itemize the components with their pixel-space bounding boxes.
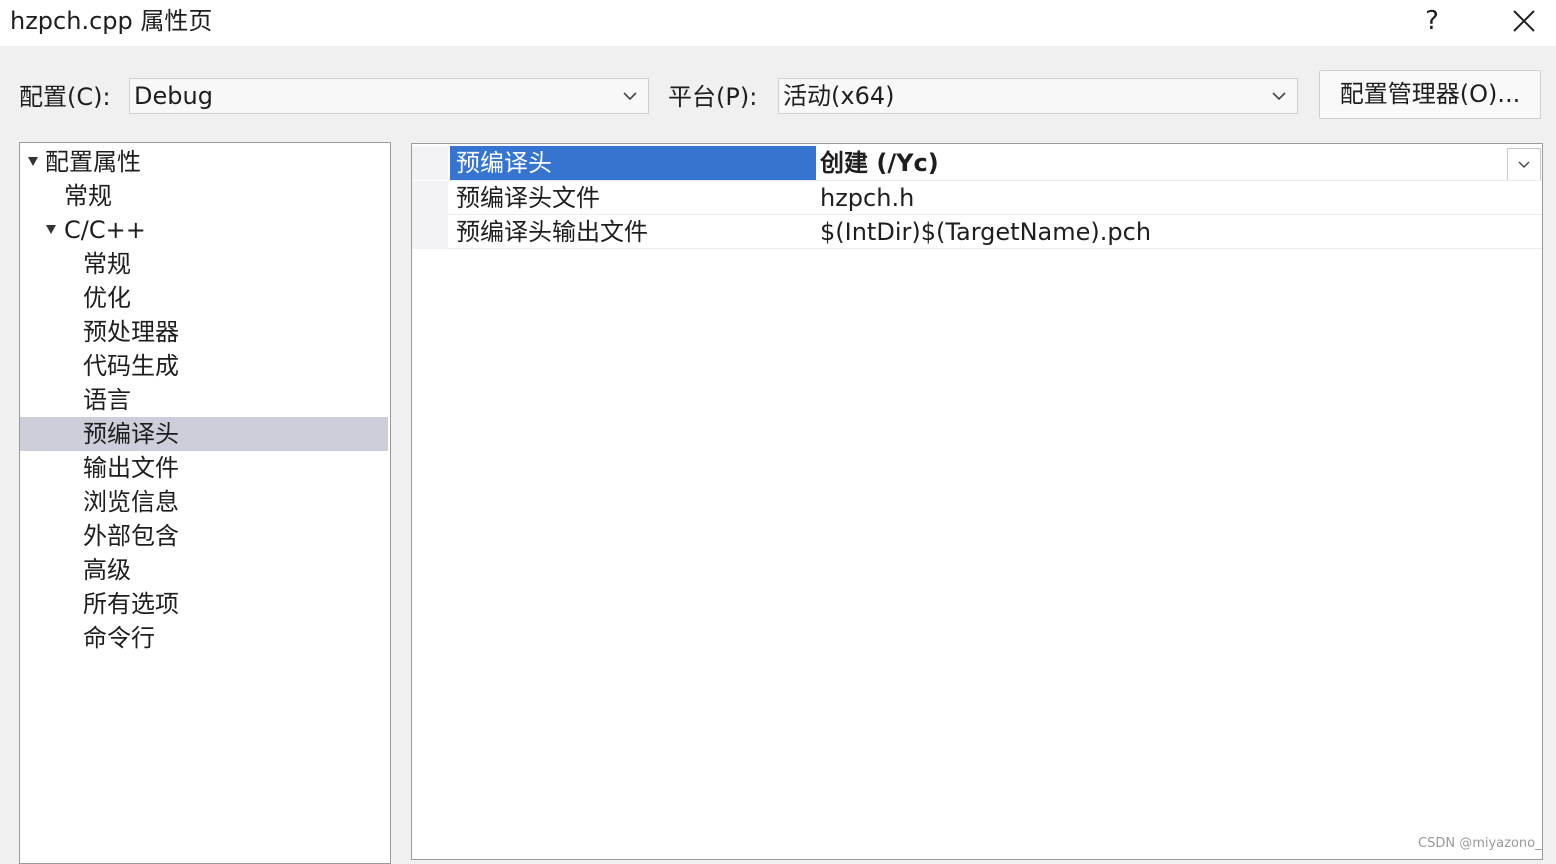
help-button[interactable]: ? bbox=[1412, 3, 1452, 39]
property-grid[interactable]: 预编译头 创建 (/Yc) 预编译头文件 hzpch.h 预编译头输出文件 $(… bbox=[411, 143, 1543, 860]
tree-item-all-options[interactable]: 所有选项 bbox=[20, 587, 388, 621]
title-bar: hzpch.cpp 属性页 ? bbox=[0, 0, 1556, 46]
property-dropdown-button[interactable] bbox=[1507, 148, 1541, 181]
tree-item-label: 浏览信息 bbox=[83, 488, 179, 516]
property-value[interactable]: hzpch.h bbox=[818, 181, 1542, 215]
tree-item-label: 高级 bbox=[83, 556, 131, 584]
tree-item-command-line[interactable]: 命令行 bbox=[20, 621, 388, 655]
property-tree[interactable]: 配置属性 常规 C/C++ 常规 优化 预处理器 代码生成 语言 预编译头 输出… bbox=[19, 142, 391, 864]
platform-label: 平台(P): bbox=[668, 83, 758, 111]
tree-item-language[interactable]: 语言 bbox=[20, 383, 388, 417]
tree-item-label: 预编译头 bbox=[83, 420, 179, 448]
tree-item-label: 代码生成 bbox=[83, 352, 179, 380]
tree-item-cpp[interactable]: C/C++ bbox=[20, 213, 388, 247]
window-title: hzpch.cpp 属性页 bbox=[10, 7, 213, 35]
tree-item-label: 配置属性 bbox=[45, 148, 141, 176]
property-value[interactable]: 创建 (/Yc) bbox=[818, 146, 1542, 180]
tree-item-advanced[interactable]: 高级 bbox=[20, 553, 388, 587]
property-row-precompiled-header-output-file[interactable]: 预编译头输出文件 $(IntDir)$(TargetName).pch bbox=[412, 215, 1542, 249]
config-manager-button[interactable]: 配置管理器(O)... bbox=[1319, 70, 1541, 119]
property-name[interactable]: 预编译头文件 bbox=[450, 181, 816, 215]
tree-item-label: 常规 bbox=[64, 182, 112, 210]
property-row-precompiled-header[interactable]: 预编译头 创建 (/Yc) bbox=[412, 146, 1542, 181]
chevron-down-icon bbox=[1272, 92, 1286, 101]
tree-item-precompiled-headers[interactable]: 预编译头 bbox=[20, 417, 388, 451]
tree-item-config-properties[interactable]: 配置属性 bbox=[20, 145, 388, 179]
expand-triangle-icon[interactable] bbox=[28, 157, 38, 166]
close-button[interactable] bbox=[1500, 2, 1548, 40]
tree-item-preprocessor[interactable]: 预处理器 bbox=[20, 315, 388, 349]
tree-item-label: 外部包含 bbox=[83, 522, 179, 550]
property-name[interactable]: 预编译头输出文件 bbox=[450, 215, 816, 249]
config-select[interactable]: Debug bbox=[129, 78, 649, 114]
tree-item-general[interactable]: 常规 bbox=[20, 179, 388, 213]
tree-item-label: 所有选项 bbox=[83, 590, 179, 618]
tree-item-browse-information[interactable]: 浏览信息 bbox=[20, 485, 388, 519]
close-icon bbox=[1513, 10, 1535, 32]
row-gutter bbox=[412, 146, 448, 180]
platform-select-value: 活动(x64) bbox=[783, 82, 895, 110]
tree-item-label: 输出文件 bbox=[83, 454, 179, 482]
tree-item-label: 常规 bbox=[83, 250, 131, 278]
tree-item-label: 命令行 bbox=[83, 624, 155, 652]
tree-item-code-generation[interactable]: 代码生成 bbox=[20, 349, 388, 383]
property-name[interactable]: 预编译头 bbox=[450, 146, 816, 180]
row-divider bbox=[448, 248, 1542, 249]
property-row-precompiled-header-file[interactable]: 预编译头文件 hzpch.h bbox=[412, 181, 1542, 215]
tree-item-output-files[interactable]: 输出文件 bbox=[20, 451, 388, 485]
tree-item-label: 语言 bbox=[83, 386, 131, 414]
tree-item-label: C/C++ bbox=[64, 216, 146, 244]
property-value[interactable]: $(IntDir)$(TargetName).pch bbox=[818, 215, 1542, 249]
tree-item-cpp-general[interactable]: 常规 bbox=[20, 247, 388, 281]
tree-item-label: 预处理器 bbox=[83, 318, 179, 346]
config-select-value: Debug bbox=[134, 82, 213, 110]
config-label: 配置(C): bbox=[19, 83, 111, 111]
chevron-down-icon bbox=[1518, 161, 1530, 168]
row-gutter bbox=[412, 215, 448, 249]
watermark: CSDN @miyazono_ bbox=[1418, 836, 1542, 851]
chevron-down-icon bbox=[623, 92, 637, 101]
tree-item-optimization[interactable]: 优化 bbox=[20, 281, 388, 315]
expand-triangle-icon[interactable] bbox=[46, 225, 56, 234]
tree-item-label: 优化 bbox=[83, 284, 131, 312]
tree-item-external-includes[interactable]: 外部包含 bbox=[20, 519, 388, 553]
row-gutter bbox=[412, 181, 448, 215]
platform-select[interactable]: 活动(x64) bbox=[778, 78, 1298, 114]
